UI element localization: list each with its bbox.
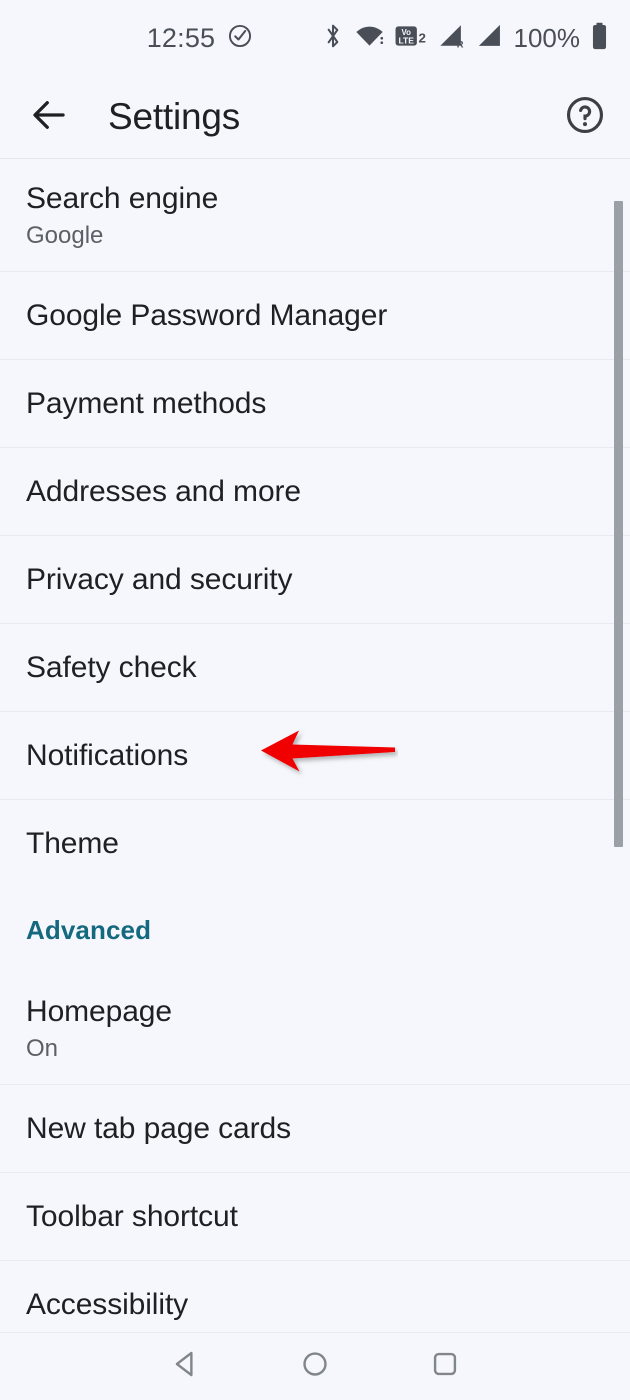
section-header-label: Advanced: [26, 914, 152, 945]
volte2-icon: Vo LTE 2: [395, 23, 427, 54]
back-arrow-icon: [28, 94, 70, 141]
settings-row-safety-check[interactable]: Safety check: [0, 624, 630, 712]
nav-recents-icon: [428, 1347, 462, 1386]
settings-row-privacy-and-security[interactable]: Privacy and security: [0, 536, 630, 624]
row-title: Payment methods: [26, 386, 267, 420]
nav-back-button[interactable]: [155, 1337, 215, 1397]
settings-row-payment-methods[interactable]: Payment methods: [0, 360, 630, 448]
settings-row-new-tab-page-cards[interactable]: New tab page cards: [0, 1085, 630, 1173]
nav-recents-button[interactable]: [415, 1337, 475, 1397]
row-title: Addresses and more: [26, 474, 302, 508]
signal-roaming-icon: R: [438, 23, 466, 54]
bluetooth-icon: [322, 23, 344, 54]
row-title: Theme: [26, 827, 119, 861]
section-header-advanced: Advanced: [0, 888, 630, 972]
nav-home-button[interactable]: [285, 1337, 345, 1397]
row-title: Privacy and security: [26, 562, 293, 596]
battery-percent-label: 100%: [513, 22, 581, 53]
settings-row-addresses-and-more[interactable]: Addresses and more: [0, 448, 630, 536]
settings-row-homepage[interactable]: Homepage On: [0, 972, 630, 1085]
wifi-icon: [355, 23, 384, 54]
row-title: Google Password Manager: [26, 298, 388, 332]
status-bar-clock: 12:55: [146, 22, 216, 53]
row-title: Notifications: [26, 738, 189, 772]
row-title: New tab page cards: [26, 1111, 292, 1145]
scrollbar-thumb[interactable]: [614, 201, 623, 847]
settings-row-toolbar-shortcut[interactable]: Toolbar shortcut: [0, 1173, 630, 1261]
check-circle-icon: [227, 23, 253, 54]
signal-icon: [477, 23, 503, 54]
battery-full-icon: [591, 22, 608, 55]
row-title: Search engine: [26, 182, 219, 216]
status-bar-right: Vo LTE 2 R 100%: [322, 22, 609, 55]
svg-text:2: 2: [418, 30, 425, 45]
row-subtitle: Google: [26, 221, 104, 249]
svg-text:R: R: [456, 39, 463, 48]
back-button[interactable]: [26, 94, 72, 140]
row-title: Toolbar shortcut: [26, 1199, 238, 1233]
settings-row-search-engine[interactable]: Search engine Google: [0, 159, 630, 272]
nav-home-icon: [298, 1347, 332, 1386]
row-title: Accessibility: [26, 1287, 189, 1321]
settings-list[interactable]: Search engine Google Google Password Man…: [0, 159, 630, 1332]
app-bar: Settings: [0, 76, 630, 158]
phone-screen: 12:55 Vo LTE 2 R 100% Settings Search en…: [0, 0, 630, 1400]
settings-row-accessibility[interactable]: Accessibility: [0, 1261, 630, 1332]
help-button[interactable]: [562, 94, 608, 140]
row-title: Homepage: [26, 995, 172, 1029]
help-circle-icon: [564, 94, 606, 141]
android-nav-bar: [0, 1332, 630, 1400]
settings-row-google-password-manager[interactable]: Google Password Manager: [0, 272, 630, 360]
page-title: Settings: [108, 96, 241, 137]
settings-row-theme[interactable]: Theme: [0, 800, 630, 888]
row-subtitle: On: [26, 1034, 59, 1062]
settings-row-notifications[interactable]: Notifications: [0, 712, 630, 800]
status-bar: 12:55 Vo LTE 2 R 100%: [0, 0, 630, 76]
row-title: Safety check: [26, 650, 197, 684]
nav-back-icon: [168, 1347, 202, 1386]
svg-text:LTE: LTE: [398, 35, 414, 45]
